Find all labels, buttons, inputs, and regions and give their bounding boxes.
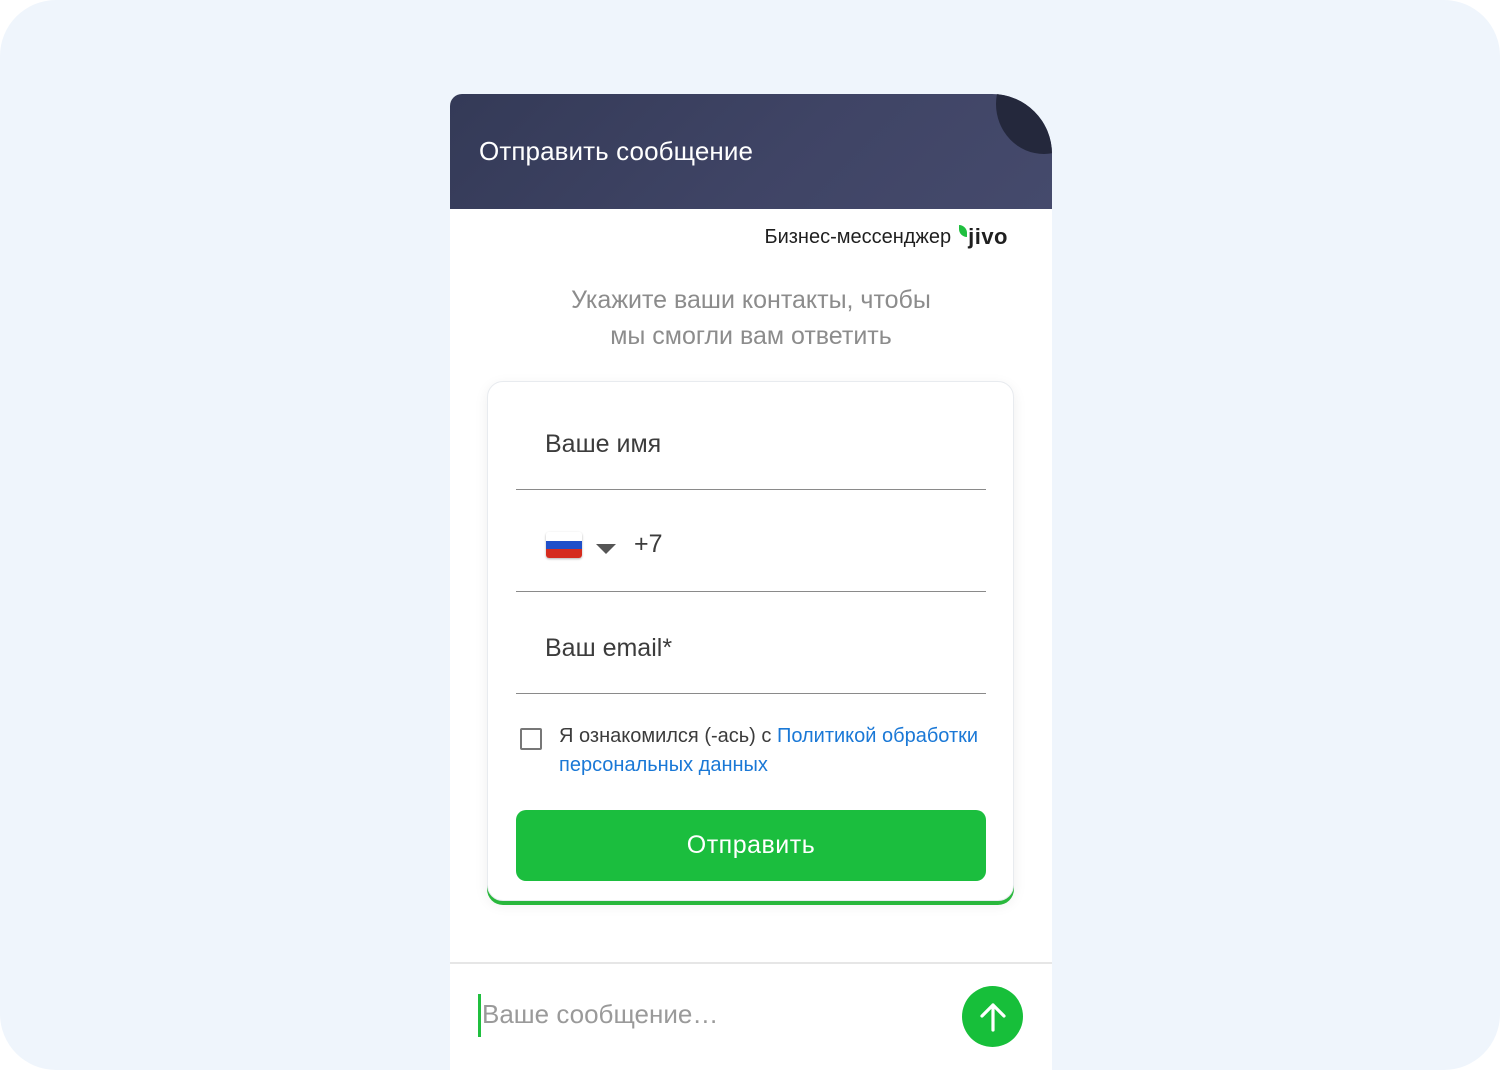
jivo-logo-text: jivo [968,224,1008,249]
name-input-underline [516,489,986,490]
consent-label: Я ознакомился (-ась) с [559,725,777,747]
jivo-logo-icon: jivo [959,224,1008,250]
submit-button[interactable]: Отправить [516,810,986,881]
phone-input[interactable]: +7 [634,530,663,559]
header-title: Отправить сообщение [479,136,754,166]
jivo-leaf-icon [959,225,968,237]
header-corner-decoration [996,94,1052,154]
russia-flag-icon[interactable] [546,532,582,558]
widget-header: Отправить сообщение [450,94,1052,209]
email-input-underline [516,693,986,694]
text-cursor [478,994,481,1037]
consent-text: Я ознакомился (-ась) с Политикой обработ… [559,722,989,780]
name-input[interactable]: Ваше имя [545,430,661,459]
contact-prompt-line-1: Укажите ваши контакты, чтобы [571,286,931,314]
phone-input-underline [516,591,986,592]
message-input[interactable]: Ваше сообщение… [482,999,942,1030]
consent-checkbox[interactable] [520,728,542,750]
brand-attribution[interactable]: Бизнес-мессенджер jivo [764,224,1008,250]
page-background: Отправить сообщение Бизнес-мессенджер ji… [0,0,1500,1070]
chevron-down-icon[interactable] [596,544,616,554]
chat-widget: Отправить сообщение Бизнес-мессенджер ji… [450,94,1052,1070]
contact-prompt-line-2: мы смогли вам ответить [610,322,892,350]
brand-label: Бизнес-мессенджер [764,225,952,248]
composer-divider [450,962,1052,964]
email-input[interactable]: Ваш email* [545,634,672,663]
send-button[interactable] [962,986,1023,1047]
contact-form-card: Ваше имя +7 Ваш email* Я ознакомился (-а… [487,381,1014,901]
arrow-up-icon [979,1002,1006,1032]
contact-prompt: Укажите ваши контакты, чтобы мы смогли в… [450,282,1052,354]
